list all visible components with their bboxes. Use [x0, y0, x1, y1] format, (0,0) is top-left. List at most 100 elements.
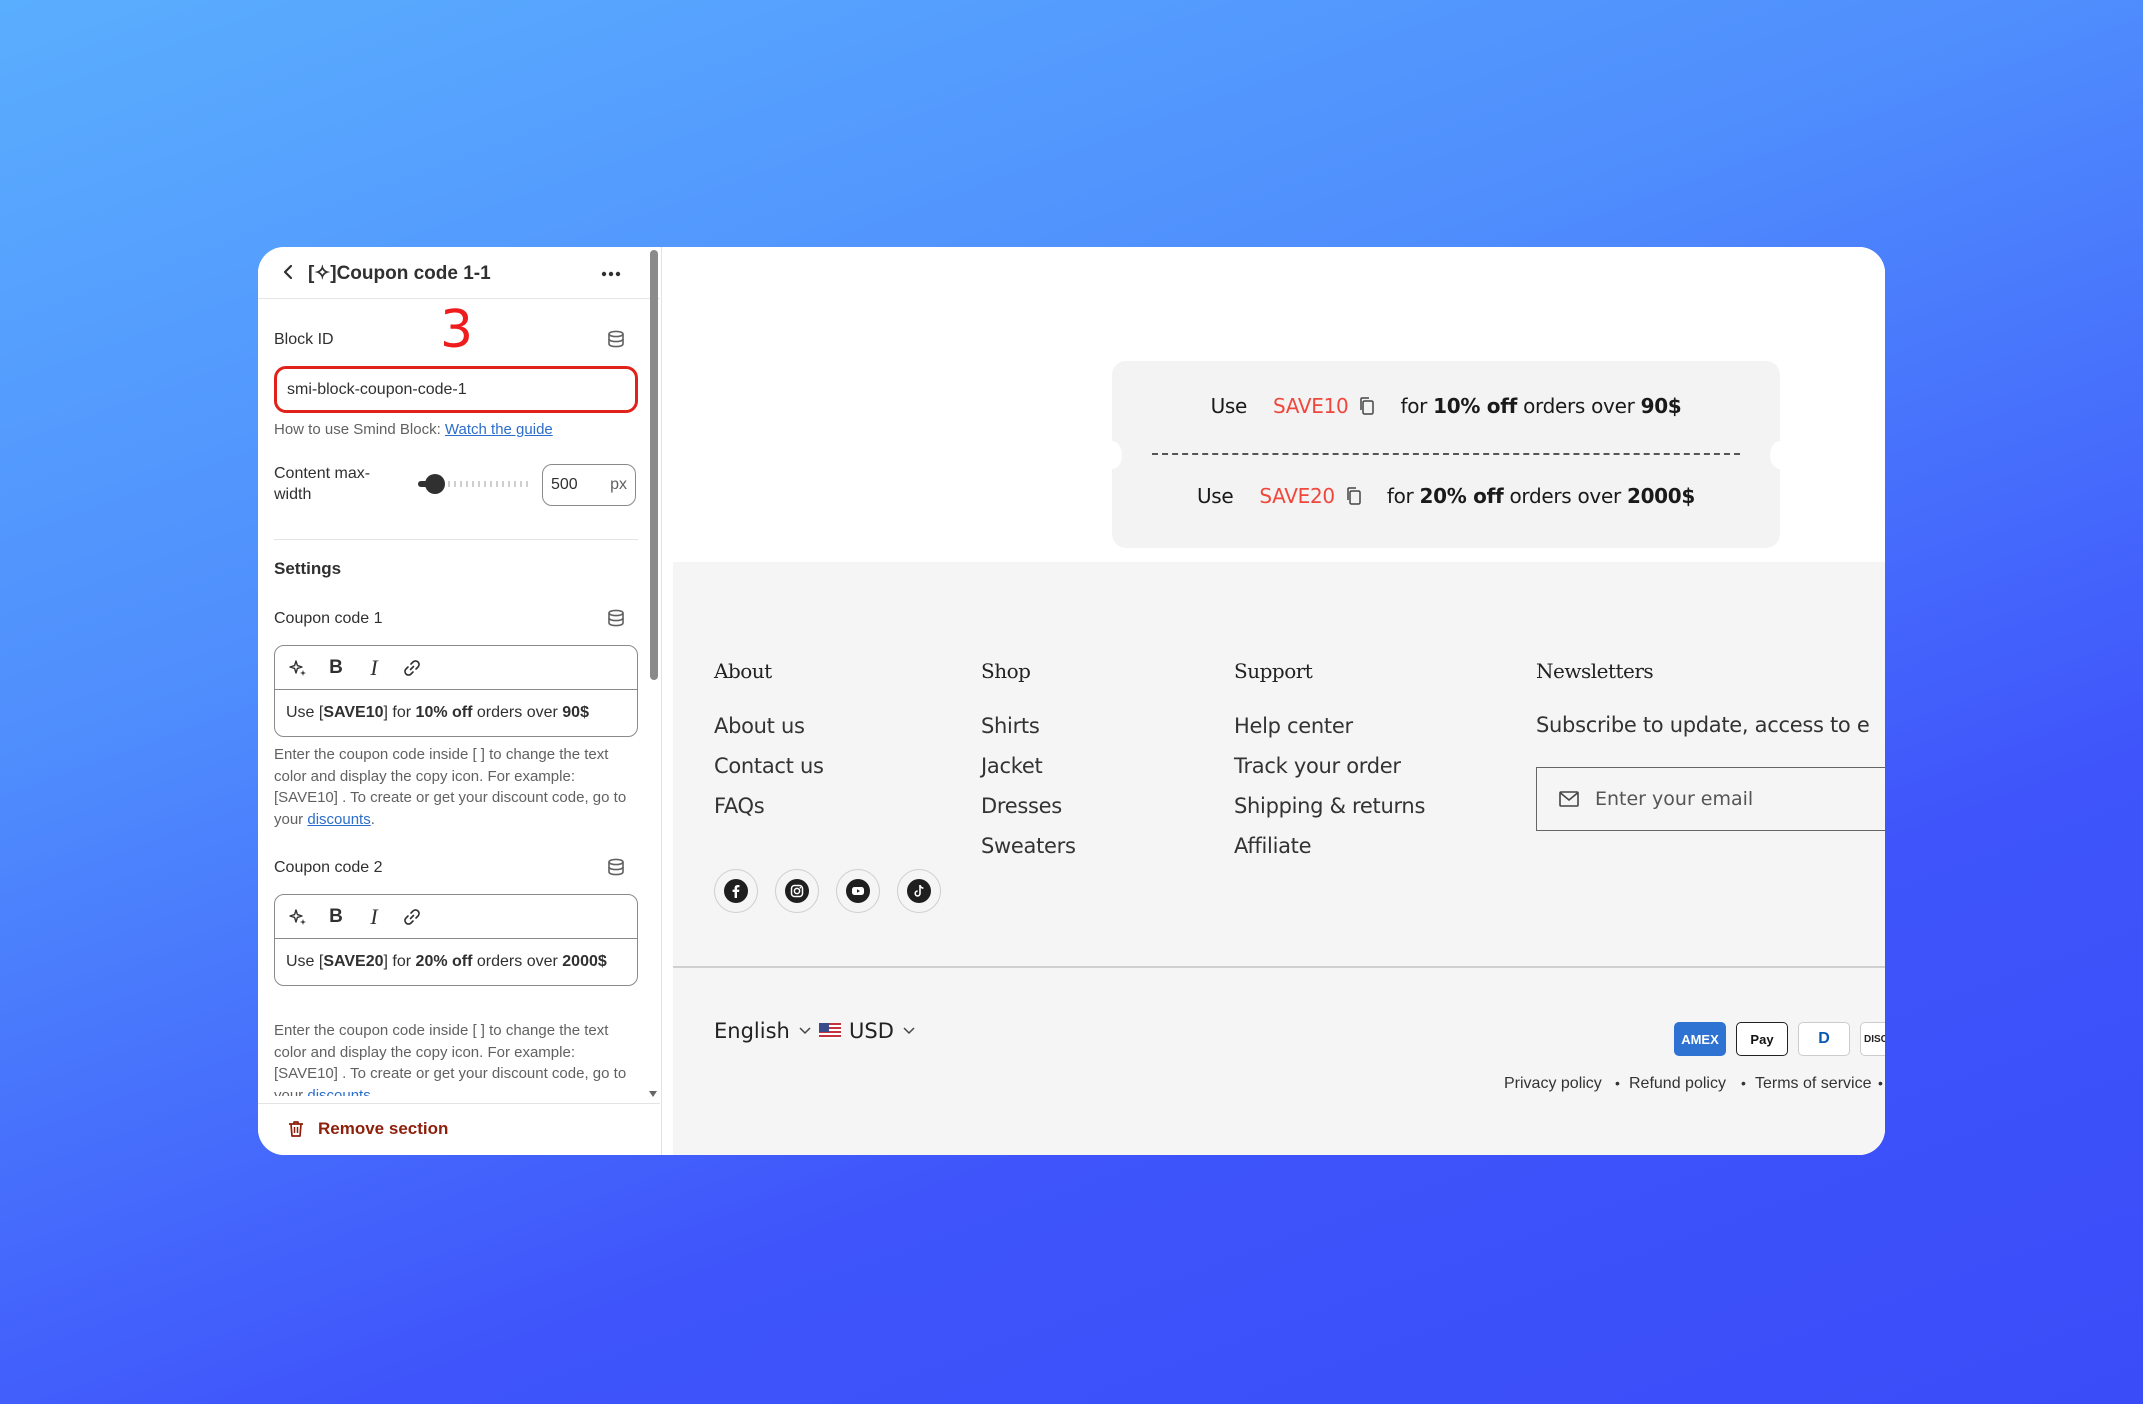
block-id-input[interactable]: smi-block-coupon-code-1: [274, 366, 638, 413]
currency-selector[interactable]: USD: [819, 1019, 916, 1043]
coupon-row: Use SAVE20 for 20% off orders over 2000$: [1112, 484, 1780, 508]
max-width-field[interactable]: 500 px: [542, 464, 636, 506]
trash-icon: [289, 1121, 303, 1137]
footer-about-title: About: [714, 659, 772, 683]
discounts-link[interactable]: discounts: [307, 811, 370, 828]
store-preview: Use SAVE10 for 10% off orders over 90$ U…: [673, 247, 1885, 1155]
text-segment: orders over: [472, 704, 563, 721]
more-options-icon[interactable]: [598, 261, 624, 287]
coupon-code[interactable]: SAVE20: [1259, 484, 1335, 508]
copy-icon[interactable]: [1358, 396, 1376, 416]
footer-link[interactable]: Track your order: [1234, 754, 1401, 778]
italic-icon[interactable]: I: [361, 655, 387, 681]
terms-of-service-link[interactable]: Terms of service: [1755, 1075, 1871, 1093]
dynamic-source-icon[interactable]: [606, 608, 626, 628]
coupon2-help: Enter the coupon code inside [ ] to chan…: [274, 1020, 634, 1096]
coupon-code[interactable]: SAVE10: [1273, 394, 1349, 418]
link-icon[interactable]: [399, 904, 425, 930]
coupon-code: SAVE20: [323, 953, 384, 970]
youtube-icon[interactable]: [836, 869, 880, 913]
tiktok-icon[interactable]: [897, 869, 941, 913]
slider-handle[interactable]: [424, 474, 445, 494]
panel-footer: Remove section: [258, 1103, 660, 1155]
coupon-code: SAVE10: [323, 704, 384, 721]
scroll-down-arrow-icon[interactable]: [646, 1087, 660, 1099]
instagram-icon[interactable]: [775, 869, 819, 913]
coupon2-text[interactable]: Use [SAVE20] for 20% off orders over 200…: [275, 939, 637, 985]
remove-section-label: Remove section: [318, 1119, 449, 1138]
settings-heading: Settings: [274, 559, 342, 578]
link-icon[interactable]: [399, 655, 425, 681]
orders-text: orders over: [1523, 394, 1635, 418]
payment-label: AMEX: [1681, 1031, 1719, 1047]
chevron-down-icon: [799, 1027, 811, 1035]
apple-pay-icon: Pay: [1736, 1022, 1788, 1056]
currency-value: USD: [849, 1019, 894, 1043]
coupon1-help: Enter the coupon code inside [ ] to chan…: [274, 744, 634, 830]
step-annotation: 3: [440, 300, 474, 360]
footer-link[interactable]: Shirts: [981, 714, 1040, 738]
coupon1-label: Coupon code 1: [274, 610, 383, 627]
italic-icon[interactable]: I: [361, 904, 387, 930]
text-segment: ] for: [383, 704, 416, 721]
dynamic-source-icon[interactable]: [606, 857, 626, 877]
privacy-policy-link[interactable]: Privacy policy: [1504, 1075, 1602, 1093]
watch-guide-link[interactable]: Watch the guide: [445, 421, 553, 438]
scrollbar-thumb[interactable]: [650, 250, 658, 680]
footer-link[interactable]: Shipping & returns: [1234, 794, 1425, 818]
ai-sparkle-icon[interactable]: [285, 655, 311, 681]
back-icon[interactable]: [276, 259, 302, 285]
newsletter-email-input[interactable]: Enter your email: [1536, 767, 1885, 831]
amex-icon: AMEX: [1674, 1022, 1726, 1056]
footer-link[interactable]: About us: [714, 714, 805, 738]
footer-link[interactable]: Contact us: [714, 754, 824, 778]
us-flag-icon: [819, 1023, 841, 1039]
remove-section-button[interactable]: Remove section: [286, 1119, 448, 1139]
help-end: .: [370, 810, 375, 828]
footer-link[interactable]: Dresses: [981, 794, 1062, 818]
block-id-label: Block ID: [274, 331, 334, 348]
dynamic-source-icon[interactable]: [606, 329, 626, 349]
discounts-link[interactable]: discounts: [307, 1087, 370, 1097]
copy-icon[interactable]: [1345, 486, 1363, 506]
help-end: .: [370, 1086, 375, 1097]
footer-newsletter-title: Newsletters: [1536, 659, 1654, 683]
policy-separator: •: [1741, 1075, 1746, 1091]
editor-panel: [✧]Coupon code 1-1 Block ID 3 smi-block-…: [258, 247, 662, 1155]
coupon-use-text: Use: [1196, 484, 1234, 508]
refund-policy-link[interactable]: Refund policy: [1629, 1075, 1726, 1093]
footer-link[interactable]: Jacket: [981, 754, 1043, 778]
coupon1-text[interactable]: Use [SAVE10] for 10% off orders over 90$: [275, 690, 637, 736]
divider: [274, 539, 638, 540]
coupon2-editor[interactable]: B I Use [SAVE20] for 20% off orders over…: [274, 894, 638, 986]
help-text: Enter the coupon code inside [ ] to chan…: [274, 1022, 627, 1096]
max-width-unit: px: [610, 476, 627, 493]
email-placeholder: Enter your email: [1595, 788, 1754, 810]
discount-text: 10% off: [1433, 394, 1518, 418]
language-selector[interactable]: English: [714, 1019, 812, 1043]
app-window: [✧]Coupon code 1-1 Block ID 3 smi-block-…: [258, 247, 1885, 1155]
coupon1-editor[interactable]: B I Use [SAVE10] for 10% off orders over…: [274, 645, 638, 737]
howto-text: How to use Smind Block:: [274, 421, 441, 438]
text-segment: orders over: [472, 953, 563, 970]
block-id-value: smi-block-coupon-code-1: [287, 380, 467, 398]
store-footer: About About us Contact us FAQs Shop Shir…: [673, 562, 1885, 1155]
diners-club-icon: D: [1798, 1022, 1850, 1056]
language-value: English: [714, 1019, 790, 1043]
ai-sparkle-icon[interactable]: [285, 904, 311, 930]
chevron-down-icon: [903, 1027, 915, 1035]
text-segment: Use [: [286, 704, 324, 721]
coupon-for-text: for: [1386, 484, 1414, 508]
payment-label: D: [1818, 1030, 1830, 1047]
facebook-icon[interactable]: [714, 869, 758, 913]
max-width-label: Content max-width: [274, 465, 371, 503]
coupon-section: Use SAVE10 for 10% off orders over 90$ U…: [673, 247, 1885, 562]
amount-text: 90$: [562, 704, 589, 721]
bold-icon[interactable]: B: [323, 655, 349, 681]
footer-link[interactable]: Affiliate: [1234, 834, 1312, 858]
footer-link[interactable]: FAQs: [714, 794, 765, 818]
footer-link[interactable]: Help center: [1234, 714, 1353, 738]
mail-icon: [1559, 791, 1579, 807]
bold-icon[interactable]: B: [323, 904, 349, 930]
footer-link[interactable]: Sweaters: [981, 834, 1076, 858]
